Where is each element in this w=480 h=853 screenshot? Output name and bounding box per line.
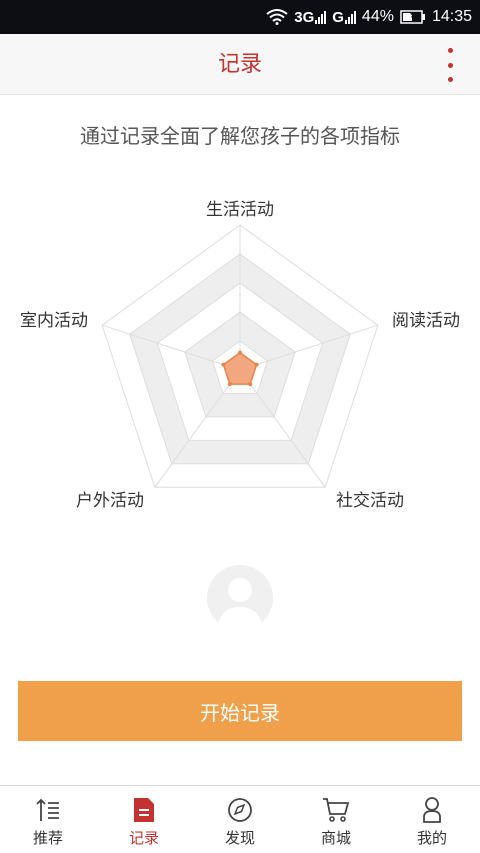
signal-2-type: G [332, 8, 344, 26]
tab-label: 商城 [320, 829, 351, 847]
tab-record[interactable]: 记录 [96, 786, 192, 853]
signal-1: 3G [294, 8, 327, 26]
status-indicators: 3G G 44% 14:35 [266, 0, 472, 34]
app-header: 记录 [0, 34, 480, 95]
radar-chart: 生活活动阅读活动社交活动 户外活动 室内活动 [20, 200, 460, 511]
more-dot-icon [447, 62, 453, 68]
signal-2: G [332, 9, 356, 26]
radar-data-point [248, 382, 253, 387]
record-icon [129, 795, 159, 825]
recommend-icon [33, 795, 63, 825]
radar-data-point [221, 362, 226, 367]
page-subtitle: 通过记录全面了解您孩子的各项指标 [80, 124, 400, 148]
radar-data-point [227, 382, 232, 387]
bottom-tab-bar: 推荐 记录 发现 商城 我的 [0, 785, 480, 853]
tab-label: 推荐 [32, 829, 63, 847]
more-options-button[interactable] [438, 48, 462, 82]
tab-mine[interactable]: 我的 [384, 786, 480, 853]
tab-label: 我的 [416, 829, 447, 847]
more-dot-icon [447, 77, 453, 82]
compass-icon [225, 795, 255, 825]
signal-bars-icon [315, 10, 327, 24]
wifi-icon [266, 9, 288, 25]
tab-mall[interactable]: 商城 [288, 786, 384, 853]
start-record-button[interactable]: 开始记录 [18, 681, 462, 741]
battery-icon [400, 10, 425, 24]
signal-1-type: 3G [294, 8, 315, 26]
radar-axis-label: 户外活动 [76, 491, 144, 511]
radar-data-point [238, 350, 242, 355]
tab-discover[interactable]: 发现 [192, 786, 288, 853]
more-dot-icon [447, 48, 453, 53]
tab-label: 发现 [224, 829, 255, 847]
radar-data-point [254, 362, 259, 367]
tab-label: 记录 [128, 829, 159, 847]
page-title: 记录 [217, 52, 262, 77]
user-placeholder-icon [217, 578, 263, 631]
status-bar: 3G G 44% 14:35 [0, 0, 480, 34]
radar-axis-label: 室内活动 [20, 311, 88, 331]
battery-percent: 44% [361, 8, 394, 25]
signal-bars-icon [344, 10, 356, 24]
tab-recommend[interactable]: 推荐 [0, 786, 96, 853]
avatar[interactable] [207, 565, 273, 631]
profile-icon [417, 795, 447, 825]
radar-axis-label: 生活活动 [206, 200, 274, 220]
clock: 14:35 [431, 8, 472, 25]
cart-icon [321, 795, 351, 825]
radar-axis-label: 社交活动 [336, 491, 404, 511]
radar-axis-label: 阅读活动 [392, 311, 460, 331]
